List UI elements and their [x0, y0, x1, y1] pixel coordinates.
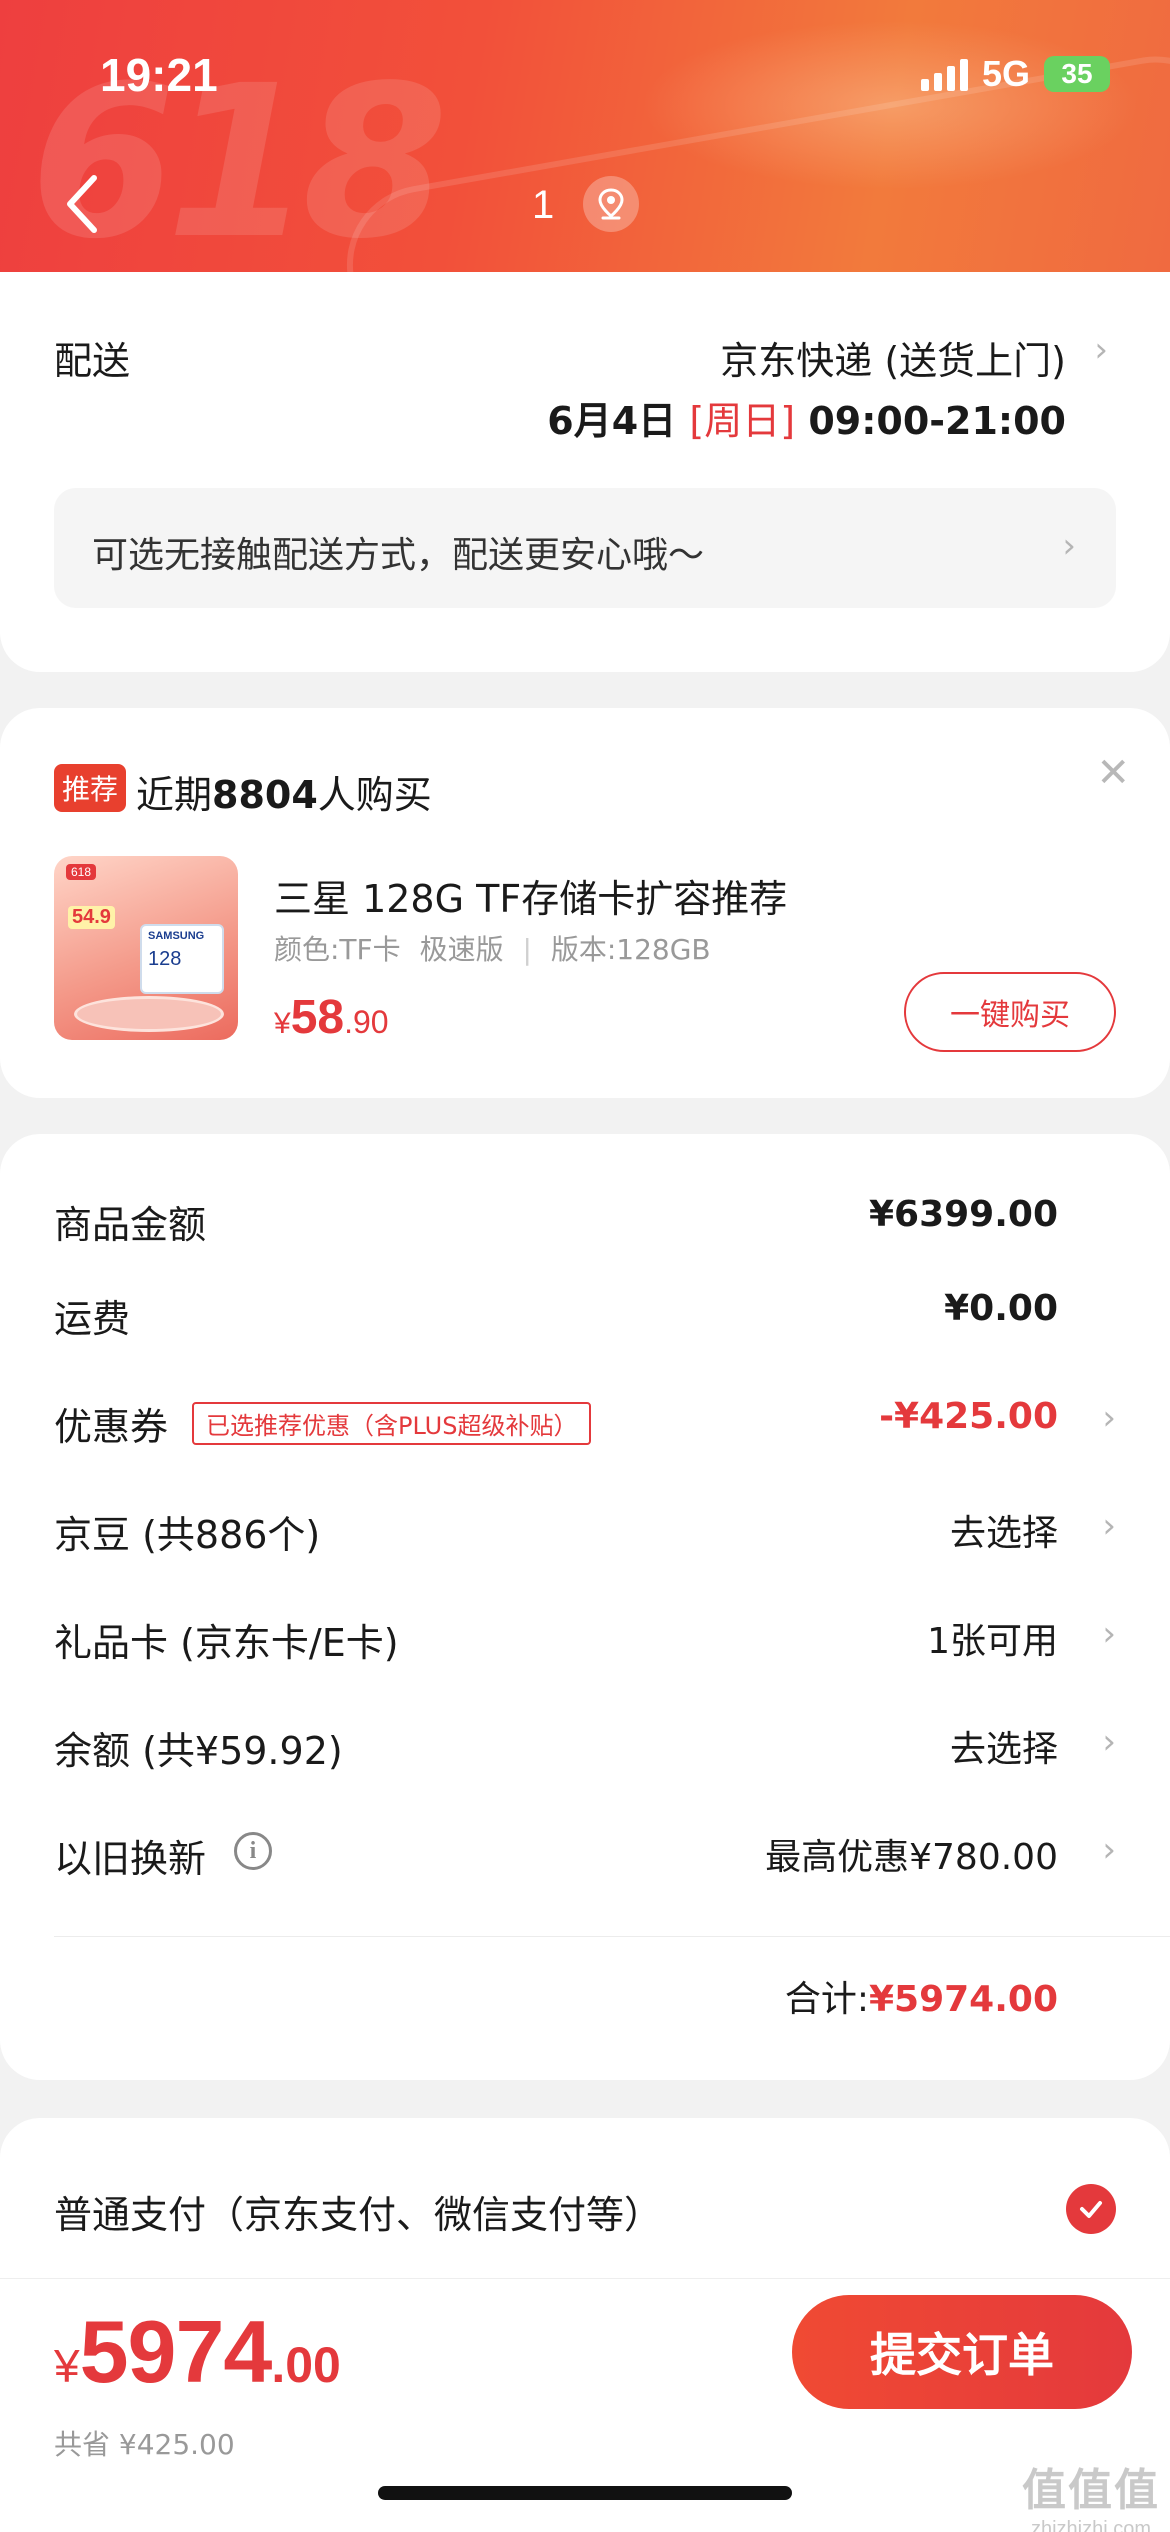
freight-value: ¥0.00 [944, 1288, 1058, 1329]
grand-total-currency: ¥ [54, 2340, 80, 2392]
balance-row[interactable]: 余额 (共¥59.92) 去选择 › [54, 1710, 1116, 1773]
location-pin-icon [598, 188, 624, 220]
sd-card-image: SAMSUNG 128 [140, 924, 224, 994]
network-type: 5G [981, 53, 1030, 94]
grand-total: ¥5974.00 [54, 2301, 341, 2403]
contactless-text: 可选无接触配送方式，配送更安心哦～ [92, 535, 705, 576]
signal-icon [920, 57, 968, 91]
back-button[interactable] [62, 172, 102, 236]
thumb-stage [74, 996, 224, 1032]
thumb-capacity: 128 [148, 948, 182, 970]
headline-count: 8804 [212, 773, 318, 817]
watermark: 值值值 zhizhizhi.com [1022, 2454, 1160, 2532]
header: 618 19:21 5G 35 1 [0, 0, 1170, 272]
subtotal: 合计:¥5974.00 [785, 1970, 1058, 2022]
chevron-right-icon: › [1102, 1506, 1116, 1546]
one-click-buy-button[interactable]: 一键购买 [904, 972, 1116, 1052]
chevron-right-icon: › [1062, 526, 1076, 566]
home-indicator[interactable] [378, 2486, 792, 2500]
balance-value: 去选择 [949, 1729, 1058, 1770]
close-icon[interactable]: ✕ [1096, 750, 1130, 796]
goods-amount-value: ¥6399.00 [868, 1194, 1058, 1235]
jd-beans-label: 京豆 (共886个) [54, 1513, 321, 1557]
balance-label: 余额 (共¥59.92) [54, 1729, 343, 1773]
spec-separator: | [522, 933, 532, 966]
battery-icon: 35 [1044, 56, 1110, 92]
grand-total-int: 5974 [79, 2302, 273, 2401]
recommendation-card: 推荐 近期8804人购买 ✕ 618 54.9 SAMSUNG 128 三星 1… [0, 708, 1170, 1098]
delivery-window: 09:00-21:00 [808, 399, 1066, 443]
trade-in-label: 以旧换新 [54, 1837, 207, 1881]
goods-amount-row: 商品金额 ¥6399.00 [54, 1184, 1116, 1247]
trade-in-row[interactable]: 以旧换新 i 最高优惠¥780.00 › [54, 1818, 1116, 1881]
freight-row: 运费 ¥0.00 [54, 1278, 1116, 1341]
chevron-right-icon: › [1102, 1614, 1116, 1654]
coupon-row[interactable]: 优惠券 已选推荐优惠（含PLUS超级补贴） -¥425.00 › [54, 1386, 1116, 1449]
page-indicator: 1 [532, 183, 555, 227]
subtotal-label: 合计: [784, 1979, 869, 2020]
jd-beans-value: 去选择 [949, 1513, 1058, 1554]
coupon-value: -¥425.00 [879, 1396, 1058, 1437]
headline-suffix: 人购买 [317, 773, 432, 817]
delivery-weekday: [周日] [689, 399, 796, 443]
check-glyph [1080, 2201, 1102, 2218]
thumb-price: 54.9 [68, 906, 115, 929]
chevron-right-icon: › [1102, 1722, 1116, 1762]
payment-method-label[interactable]: 普通支付（京东支付、微信支付等） [54, 2184, 662, 2239]
thumb-tag: 618 [66, 864, 97, 880]
trade-in-value: 最高优惠¥780.00 [765, 1837, 1058, 1878]
product-thumbnail[interactable]: 618 54.9 SAMSUNG 128 [54, 856, 238, 1040]
spec-color: 颜色:TF卡 [274, 933, 401, 966]
jd-beans-row[interactable]: 京豆 (共886个) 去选择 › [54, 1494, 1116, 1557]
spec-version: 版本:128GB [550, 933, 711, 966]
headline-prefix: 近期 [136, 773, 213, 817]
coupon-label: 优惠券 [54, 1405, 169, 1449]
chevron-right-icon[interactable]: › [1094, 330, 1108, 370]
delivery-carrier[interactable]: 京东快递 (送货上门) [720, 330, 1066, 385]
delivery-label: 配送 [54, 339, 131, 383]
recommend-badge: 推荐 [54, 764, 127, 812]
total-saved: 共省 ¥425.00 [54, 2428, 235, 2461]
info-icon[interactable]: i [234, 1832, 272, 1870]
price-currency: ¥ [274, 1007, 291, 1040]
status-bar-right: 5G 35 [920, 52, 1110, 96]
product-price: ¥58.90 [274, 990, 389, 1045]
grand-total-dec: .00 [271, 2337, 341, 2393]
chevron-left-icon [67, 175, 97, 233]
delivery-time[interactable]: 6月4日 [周日] 09:00-21:00 [547, 390, 1066, 445]
watermark-glyphs: 值值值 [1022, 2465, 1160, 2516]
coupon-tag: 已选推荐优惠（含PLUS超级补贴） [192, 1402, 592, 1445]
recommendation-headline: 近期8804人购买 [136, 764, 432, 819]
submit-order-button[interactable]: 提交订单 [792, 2295, 1132, 2409]
product-name[interactable]: 三星 128G TF存储卡扩容推荐 [274, 868, 787, 923]
contactless-delivery-option[interactable]: 可选无接触配送方式，配送更安心哦～ › [54, 488, 1116, 608]
gift-card-row[interactable]: 礼品卡 (京东卡/E卡) 1张可用 › [54, 1602, 1116, 1665]
chevron-right-icon: › [1102, 1398, 1116, 1438]
goods-amount-label: 商品金额 [54, 1203, 207, 1247]
location-button[interactable] [583, 176, 639, 232]
chevron-right-icon: › [1102, 1830, 1116, 1870]
status-time: 19:21 [100, 49, 218, 101]
gift-card-value: 1张可用 [927, 1621, 1058, 1662]
delivery-card: 配送 京东快递 (送货上门) › 6月4日 [周日] 09:00-21:00 可… [0, 272, 1170, 672]
delivery-date: 6月4日 [547, 399, 677, 443]
freight-label: 运费 [54, 1297, 131, 1341]
battery-level: 35 [1061, 58, 1093, 89]
product-spec: 颜色:TF卡 极速版 | 版本:128GB [274, 928, 711, 968]
watermark-domain: zhizhizhi.com [1030, 2518, 1152, 2532]
thumb-brand: SAMSUNG [148, 930, 205, 942]
divider [54, 1936, 1170, 1937]
subtotal-value: ¥5974.00 [868, 1979, 1058, 2020]
checkmark-icon[interactable] [1066, 2184, 1116, 2234]
gift-card-label: 礼品卡 (京东卡/E卡) [54, 1621, 399, 1665]
spec-speed: 极速版 [419, 933, 504, 966]
price-dec: .90 [344, 1004, 389, 1040]
price-int: 58 [290, 991, 345, 1044]
